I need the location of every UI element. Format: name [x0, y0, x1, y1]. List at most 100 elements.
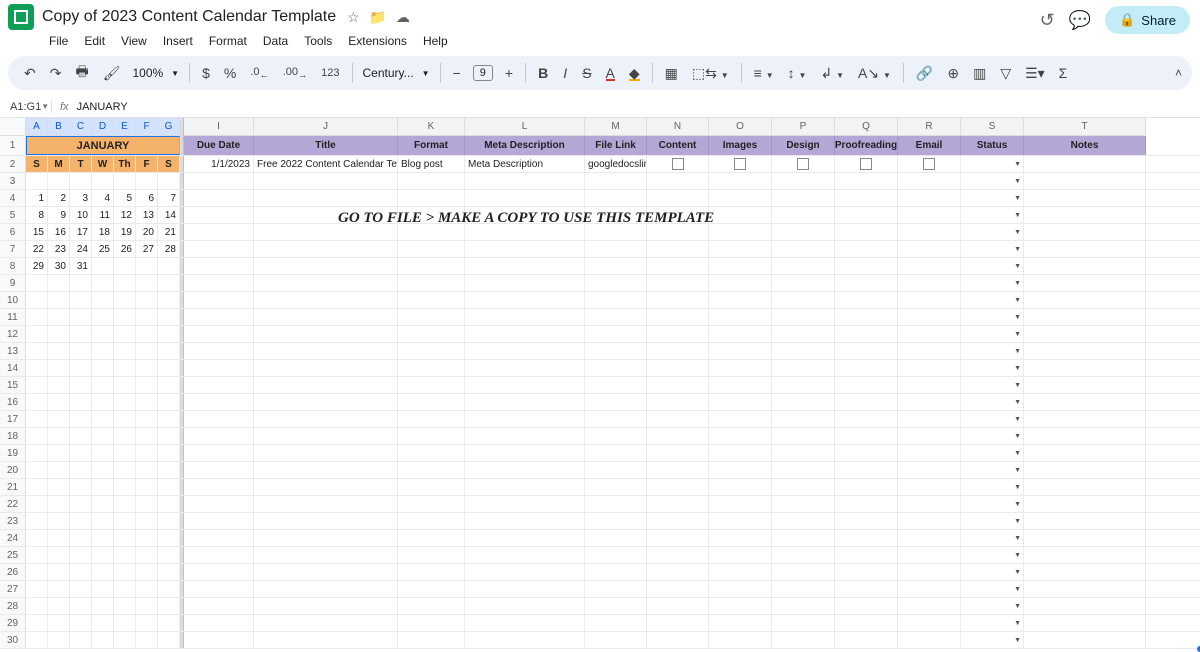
- cell[interactable]: [136, 547, 158, 563]
- cal-cell[interactable]: 12: [114, 207, 136, 223]
- menu-data[interactable]: Data: [256, 32, 295, 50]
- cell[interactable]: [465, 462, 585, 478]
- cell[interactable]: [158, 292, 180, 308]
- cell[interactable]: [772, 241, 835, 257]
- cell[interactable]: [647, 564, 709, 580]
- cell[interactable]: [158, 462, 180, 478]
- cell[interactable]: [48, 360, 70, 376]
- cell[interactable]: [898, 275, 961, 291]
- cell[interactable]: [254, 581, 398, 597]
- cell[interactable]: [92, 479, 114, 495]
- cell[interactable]: [114, 309, 136, 325]
- cell[interactable]: [772, 428, 835, 444]
- rowhdr-21[interactable]: 21: [0, 479, 26, 495]
- cell[interactable]: [647, 581, 709, 597]
- cell[interactable]: ▼: [961, 530, 1024, 546]
- cell[interactable]: [92, 598, 114, 614]
- cell[interactable]: ▼: [961, 564, 1024, 580]
- cell[interactable]: [835, 275, 898, 291]
- data-cell[interactable]: [1024, 156, 1146, 172]
- cell[interactable]: [709, 479, 772, 495]
- cell[interactable]: [709, 615, 772, 631]
- chart-button[interactable]: ▥: [967, 61, 992, 86]
- cell[interactable]: [398, 343, 465, 359]
- cell[interactable]: [709, 292, 772, 308]
- cell[interactable]: [898, 241, 961, 257]
- cell[interactable]: [158, 326, 180, 342]
- cell[interactable]: [184, 292, 254, 308]
- cell[interactable]: [585, 513, 647, 529]
- cell[interactable]: [184, 479, 254, 495]
- cal-cell[interactable]: [114, 258, 136, 274]
- cell[interactable]: [898, 564, 961, 580]
- cell[interactable]: [1024, 547, 1146, 563]
- currency-button[interactable]: $: [196, 61, 216, 85]
- cal-cell[interactable]: [158, 258, 180, 274]
- cell[interactable]: [1024, 275, 1146, 291]
- cell[interactable]: [136, 275, 158, 291]
- cal-cell[interactable]: 2: [48, 190, 70, 206]
- cell[interactable]: [647, 258, 709, 274]
- cell[interactable]: ▼: [961, 428, 1024, 444]
- cell[interactable]: [835, 224, 898, 240]
- day-header-5[interactable]: F: [136, 156, 158, 172]
- cell[interactable]: [465, 615, 585, 631]
- cell[interactable]: [398, 445, 465, 461]
- cell[interactable]: [26, 462, 48, 478]
- cell[interactable]: [48, 275, 70, 291]
- cal-cell[interactable]: 25: [92, 241, 114, 257]
- colhdr-I[interactable]: I: [184, 118, 254, 136]
- cell[interactable]: [254, 547, 398, 563]
- cell[interactable]: [184, 275, 254, 291]
- cell[interactable]: [1024, 462, 1146, 478]
- cell[interactable]: [70, 496, 92, 512]
- cell[interactable]: [647, 275, 709, 291]
- cell[interactable]: [158, 343, 180, 359]
- cell[interactable]: [772, 309, 835, 325]
- cell[interactable]: ▼: [961, 411, 1024, 427]
- cell[interactable]: [835, 513, 898, 529]
- cell[interactable]: [254, 326, 398, 342]
- cell[interactable]: [398, 360, 465, 376]
- cal-cell[interactable]: 16: [48, 224, 70, 240]
- cell[interactable]: [1024, 377, 1146, 393]
- cell[interactable]: [772, 479, 835, 495]
- cell[interactable]: [709, 394, 772, 410]
- comment-button[interactable]: ⊕: [941, 61, 965, 86]
- cell[interactable]: [709, 360, 772, 376]
- cell[interactable]: [398, 479, 465, 495]
- menu-insert[interactable]: Insert: [156, 32, 200, 50]
- cell[interactable]: [184, 564, 254, 580]
- cell[interactable]: [254, 394, 398, 410]
- cell[interactable]: [1024, 326, 1146, 342]
- cell[interactable]: [585, 428, 647, 444]
- cell[interactable]: [898, 207, 961, 223]
- cell[interactable]: [136, 513, 158, 529]
- cell[interactable]: [585, 224, 647, 240]
- cell[interactable]: [835, 530, 898, 546]
- cell[interactable]: [835, 632, 898, 648]
- cell[interactable]: [398, 496, 465, 512]
- cell[interactable]: [398, 190, 465, 206]
- cell[interactable]: [26, 615, 48, 631]
- plan-header-T[interactable]: Notes: [1024, 136, 1146, 155]
- cell[interactable]: [835, 564, 898, 580]
- data-cell[interactable]: [835, 156, 898, 172]
- cell[interactable]: [254, 241, 398, 257]
- cell[interactable]: [647, 292, 709, 308]
- cell[interactable]: [585, 632, 647, 648]
- cell[interactable]: [254, 632, 398, 648]
- data-cell[interactable]: [647, 156, 709, 172]
- cell[interactable]: [254, 530, 398, 546]
- cell[interactable]: [709, 377, 772, 393]
- cell[interactable]: [70, 530, 92, 546]
- cell[interactable]: [898, 411, 961, 427]
- cell[interactable]: [585, 496, 647, 512]
- cell[interactable]: [26, 326, 48, 342]
- cell[interactable]: [92, 462, 114, 478]
- cell[interactable]: [585, 581, 647, 597]
- cell[interactable]: [1024, 292, 1146, 308]
- cell[interactable]: [465, 377, 585, 393]
- colhdr-S[interactable]: S: [961, 118, 1024, 136]
- rowhdr-20[interactable]: 20: [0, 462, 26, 478]
